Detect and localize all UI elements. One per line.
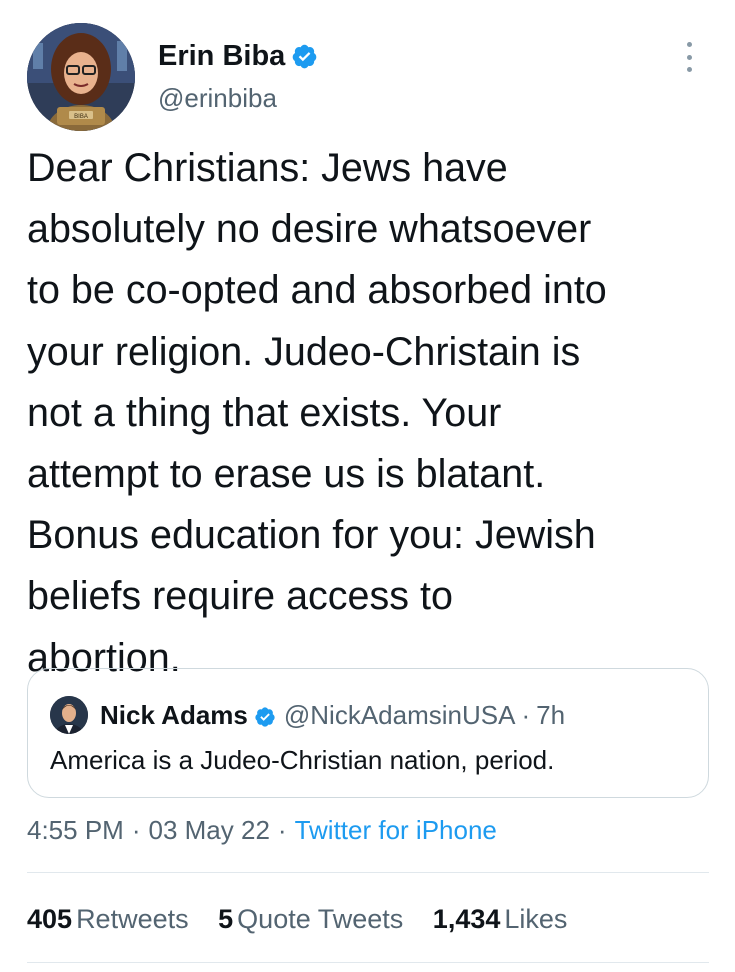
- retweets-count: 405: [27, 904, 73, 934]
- tweet-meta: 4:55 PM · 03 May 22 · Twitter for iPhone: [27, 812, 497, 848]
- tweet-text-line: beliefs require access to: [27, 574, 453, 619]
- tweet-date[interactable]: 03 May 22: [149, 815, 270, 845]
- tweet-text-line: Dear Christians: Jews have: [27, 146, 508, 190]
- author-handle[interactable]: @erinbiba: [158, 82, 277, 114]
- tweet-text-line: to be co-opted and absorbed into: [27, 268, 607, 313]
- tweet-text: Dear Christians: Jews have absolutely no…: [27, 138, 717, 689]
- tweet-text-line: not a thing that exists. Your: [27, 390, 502, 435]
- tweet-text-line: absolutely no desire whatsoever: [27, 207, 592, 252]
- separator-dot: ·: [131, 815, 141, 845]
- more-dot: [686, 54, 692, 60]
- tweet-text-line: attempt to erase us is blatant.: [27, 452, 546, 497]
- quote-tweets-count: 5: [218, 904, 234, 934]
- quoted-author-name[interactable]: Nick Adams: [100, 700, 248, 731]
- likes-label: Likes: [504, 904, 568, 934]
- author-name-row: Erin Biba: [158, 38, 318, 74]
- more-dot: [686, 67, 692, 72]
- avatar-plaque-text: BIBA: [74, 114, 88, 120]
- quoted-header: Nick Adams @NickAdamsinUSA · 7h: [100, 696, 565, 734]
- tweet-source-link[interactable]: Twitter for iPhone: [295, 815, 497, 845]
- retweets-label: Retweets: [76, 904, 189, 934]
- verified-badge-icon: [291, 43, 318, 70]
- quoted-tweet-text: America is a Judeo-Christian nation, per…: [50, 745, 555, 775]
- tweet-detail: BIBA Erin Biba @erinbiba Dear Christians…: [0, 0, 735, 972]
- tweet-text-line: your religion. Judeo-Christain is: [27, 329, 581, 374]
- divider: [27, 872, 709, 873]
- quoted-tweet-card[interactable]: Nick Adams @NickAdamsinUSA · 7h America …: [27, 668, 709, 798]
- tweet-text-line: Bonus education for you: Jewish: [27, 513, 596, 558]
- verified-badge-icon: [254, 704, 276, 727]
- more-options-icon[interactable]: [682, 42, 696, 72]
- separator-dot: ·: [277, 815, 287, 845]
- retweets-stat[interactable]: 405 Retweets: [27, 901, 189, 937]
- author-avatar[interactable]: BIBA: [27, 23, 135, 131]
- more-dot: [686, 42, 692, 47]
- cartoon-avatar-image: BIBA: [27, 23, 135, 131]
- separator-dot: ·: [521, 699, 531, 730]
- quoted-timestamp[interactable]: 7h: [536, 700, 565, 731]
- author-name[interactable]: Erin Biba: [158, 38, 285, 74]
- quote-tweets-label: Quote Tweets: [237, 904, 404, 934]
- divider: [27, 962, 709, 963]
- likes-count: 1,434: [432, 904, 501, 934]
- quote-tweets-stat[interactable]: 5 Quote Tweets: [218, 901, 403, 937]
- tweet-time[interactable]: 4:55 PM: [27, 815, 124, 845]
- tweet-stats: 405 Retweets 5 Quote Tweets 1,434 Likes: [27, 901, 589, 937]
- likes-stat[interactable]: 1,434 Likes: [433, 901, 568, 937]
- quoted-author-handle[interactable]: @NickAdamsinUSA: [284, 700, 516, 731]
- quoted-author-avatar[interactable]: [50, 696, 88, 734]
- quoted-avatar-image: [50, 696, 88, 734]
